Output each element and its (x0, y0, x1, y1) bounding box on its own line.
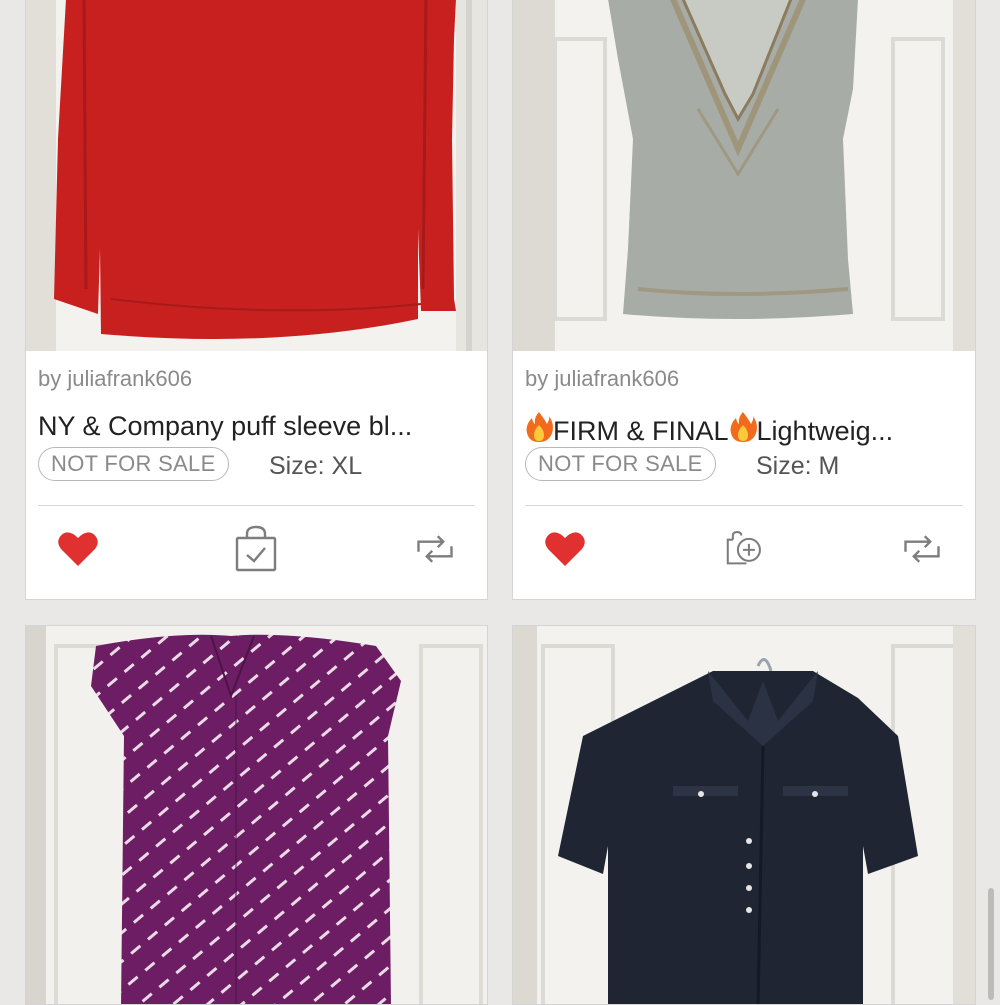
listing-photo-red-top[interactable] (26, 0, 487, 351)
navy-button-shirt-photo[interactable] (513, 626, 975, 1004)
seller-name[interactable]: by juliafrank606 (38, 366, 192, 392)
scrollbar[interactable] (988, 888, 994, 1000)
add-to-bundle-button[interactable] (721, 527, 765, 571)
size-label: Size: M (756, 452, 840, 480)
shopping-bag-check-icon (235, 525, 277, 572)
not-for-sale-badge: NOT FOR SALE (38, 447, 229, 481)
repost-icon (417, 535, 453, 563)
seller-name[interactable]: by juliafrank606 (525, 366, 679, 392)
listing-card-3[interactable] (25, 625, 488, 1005)
heart-icon (58, 532, 98, 566)
listing-card-4[interactable] (512, 625, 976, 1005)
fire-icon (729, 411, 757, 450)
heart-icon (545, 532, 585, 566)
divider (38, 505, 475, 506)
size-label: Size: XL (269, 452, 363, 480)
like-button[interactable] (56, 527, 100, 571)
listing-photo-gray-top[interactable] (513, 0, 975, 351)
listing-card-2[interactable]: by juliafrank606 FIRM & FINAL Lightweig..… (512, 0, 976, 600)
share-button[interactable] (900, 527, 944, 571)
listing-title[interactable]: NY & Company puff sleeve bl... (38, 411, 478, 442)
repost-icon (904, 535, 940, 563)
listing-card-1[interactable]: by juliafrank606 NY & Company puff sleev… (25, 0, 488, 600)
divider (525, 505, 963, 506)
like-button[interactable] (543, 527, 587, 571)
purple-patterned-top-photo[interactable] (26, 626, 487, 1004)
share-button[interactable] (413, 527, 457, 571)
add-to-bundle-icon (726, 531, 761, 565)
not-for-sale-badge: NOT FOR SALE (525, 447, 716, 481)
fire-icon (525, 411, 553, 450)
listing-title[interactable]: FIRM & FINAL Lightweig... (525, 411, 965, 450)
buy-button[interactable] (234, 525, 278, 572)
